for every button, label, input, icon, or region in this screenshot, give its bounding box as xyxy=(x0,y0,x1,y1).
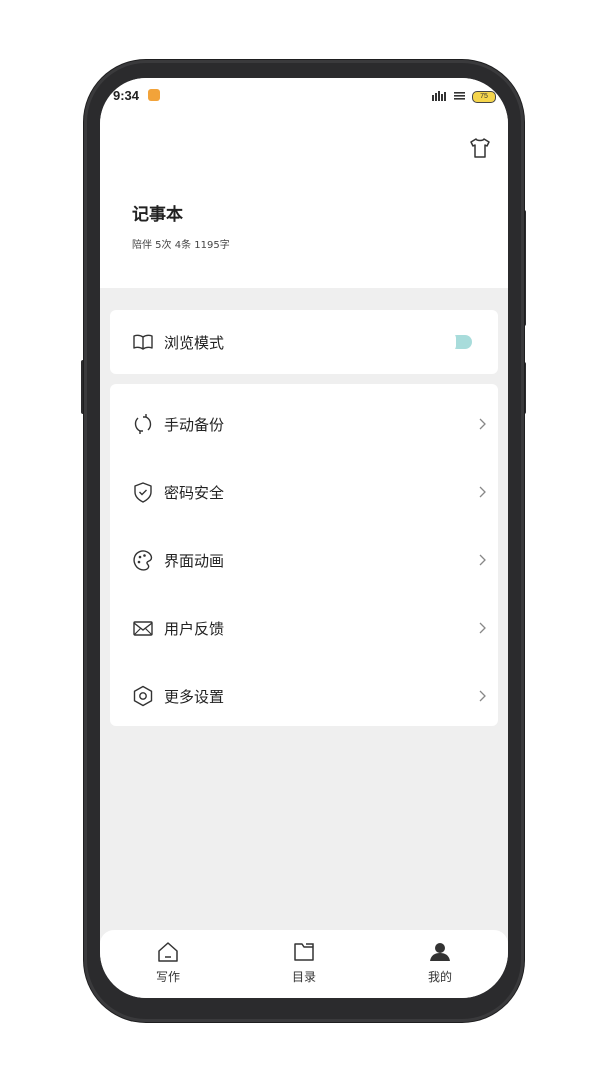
chevron-right-icon xyxy=(479,418,486,430)
nav-tab-mine[interactable]: 我的 xyxy=(400,940,480,992)
shield-check-icon xyxy=(134,482,152,503)
menu-item-animation[interactable]: 界面动画 xyxy=(110,528,498,592)
home-icon xyxy=(158,942,178,962)
menu-item-more-settings[interactable]: 更多设置 xyxy=(110,664,498,728)
menu-item-label: 界面动画 xyxy=(164,552,225,570)
menu-item-label: 用户反馈 xyxy=(164,620,225,638)
browse-mode-row[interactable]: 浏览模式 xyxy=(110,310,498,374)
menu-item-label: 更多设置 xyxy=(164,688,225,706)
user-icon xyxy=(430,943,450,961)
phone-screen: 9:34 75 记事本 陪伴 5次 4条 1195字 浏览模式 手动备份 密码安… xyxy=(100,78,508,998)
status-time: 9:34 xyxy=(113,88,140,103)
browse-mode-toggle[interactable] xyxy=(448,334,472,350)
bottom-nav: 写作 目录 我的 xyxy=(100,930,508,998)
app-notification-icon xyxy=(148,89,160,101)
sync-icon xyxy=(134,414,152,434)
usage-stats: 陪伴 5次 4条 1195字 xyxy=(132,240,230,251)
page-title: 记事本 xyxy=(132,205,183,225)
nav-label: 目录 xyxy=(291,970,316,984)
menu-item-feedback[interactable]: 用户反馈 xyxy=(110,596,498,660)
nav-label: 我的 xyxy=(427,970,452,984)
status-bar: 9:34 75 xyxy=(100,78,508,116)
battery-indicator: 75 xyxy=(472,91,496,103)
chevron-right-icon xyxy=(479,622,486,634)
folder-icon xyxy=(294,943,314,961)
nav-label: 写作 xyxy=(155,970,180,984)
browse-mode-card: 浏览模式 xyxy=(110,310,498,374)
menu-item-password[interactable]: 密码安全 xyxy=(110,460,498,524)
signal-wifi-icon xyxy=(432,91,465,101)
chevron-right-icon xyxy=(479,554,486,566)
header-wave xyxy=(100,278,508,288)
book-icon xyxy=(133,334,153,350)
hexagon-settings-icon xyxy=(133,685,153,707)
palette-icon xyxy=(133,550,153,571)
mail-icon xyxy=(133,621,153,636)
menu-item-label: 密码安全 xyxy=(164,484,225,502)
nav-tab-write[interactable]: 写作 xyxy=(128,940,208,992)
shirt-icon[interactable] xyxy=(468,136,492,160)
menu-item-backup[interactable]: 手动备份 xyxy=(110,392,498,456)
chevron-right-icon xyxy=(479,690,486,702)
browse-mode-label: 浏览模式 xyxy=(164,334,225,352)
settings-menu-card: 手动备份 密码安全 界面动画 用户反馈 更多设置 xyxy=(110,384,498,726)
chevron-right-icon xyxy=(479,486,486,498)
nav-tab-catalog[interactable]: 目录 xyxy=(264,940,344,992)
menu-item-label: 手动备份 xyxy=(164,416,225,434)
